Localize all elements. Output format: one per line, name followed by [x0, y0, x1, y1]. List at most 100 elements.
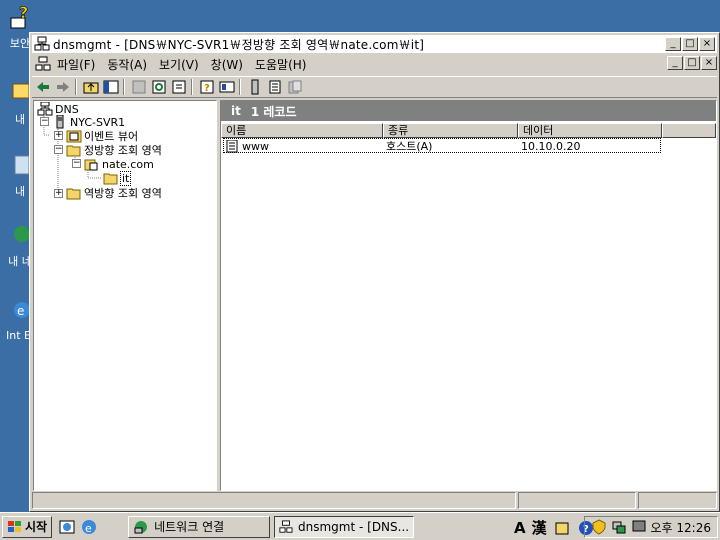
result-header: it 1 레코드: [221, 101, 716, 121]
toolbar-separator: [75, 79, 77, 95]
help-icon: ?: [200, 80, 214, 94]
status-pane-main: [32, 492, 516, 509]
up-level-button[interactable]: [82, 78, 100, 96]
host-record-icon: [226, 139, 238, 152]
menu-action[interactable]: 동작(A): [101, 56, 153, 73]
record-button[interactable]: [266, 78, 284, 96]
minimize-button[interactable]: _: [665, 37, 681, 51]
clock[interactable]: 오후 12:26: [651, 519, 711, 536]
mdi-child-icon[interactable]: [35, 56, 51, 72]
start-button[interactable]: 시작: [2, 515, 53, 538]
tree-node-forward-zones[interactable]: 정방향 조회 영역: [66, 143, 162, 157]
column-header-name[interactable]: 이름: [221, 123, 383, 138]
dnsmgmt-window: dnsmgmt - [DNS￦NYC-SVR1￦정방향 조회 영역￦nate.c…: [29, 32, 720, 512]
zone-icon: [84, 159, 98, 171]
tree-node-event-viewer[interactable]: 이벤트 뷰어: [66, 129, 138, 143]
export-list-button[interactable]: [170, 78, 188, 96]
column-header-filler: [662, 123, 716, 138]
taskbar-button-dnsmgmt[interactable]: dnsmgmt - [DNS...: [274, 515, 415, 538]
collapse-toggle-icon[interactable]: −: [40, 117, 49, 126]
close-button[interactable]: ×: [699, 37, 715, 51]
console-tree[interactable]: DNS − NYC-SVR1 + 이벤트 뷰어 − 정방향 조회 영역 − na…: [33, 100, 217, 491]
mdi-restore-button[interactable]: □: [684, 56, 700, 70]
network-tray-icon[interactable]: [611, 519, 627, 535]
windows-logo-icon: [8, 520, 21, 532]
status-pane-3: [638, 492, 717, 509]
tree-node-it[interactable]: it: [103, 170, 132, 186]
toolbar-separator: [191, 79, 193, 95]
minimize-icon: _: [670, 38, 676, 49]
network-connections-icon: [134, 520, 148, 533]
console-icon: [219, 81, 235, 93]
menu-help[interactable]: 도움말(H): [249, 56, 313, 73]
collapse-toggle-icon[interactable]: −: [54, 145, 63, 154]
tree-node-server[interactable]: NYC-SVR1: [52, 115, 125, 129]
restore-icon: □: [687, 57, 697, 68]
tree-toggle-icon: [103, 80, 119, 94]
ie-icon[interactable]: e: [80, 518, 98, 536]
toolbar: ?: [32, 76, 717, 98]
help-button[interactable]: ?: [198, 78, 216, 96]
expand-toggle-icon[interactable]: +: [54, 131, 63, 140]
expand-toggle-icon[interactable]: +: [54, 189, 63, 198]
refresh-button[interactable]: [150, 78, 168, 96]
tree-label: NYC-SVR1: [70, 115, 126, 129]
record-icon: [269, 80, 281, 94]
table-row[interactable]: www 호스트(A) 10.10.0.20: [221, 139, 658, 153]
menu-bar: 파일(F) 동작(A) 보기(V) 창(W) 도움말(H): [32, 54, 717, 74]
menu-view[interactable]: 보기(V): [153, 56, 205, 73]
taskbar-button-network[interactable]: 네트워크 연결: [128, 515, 271, 538]
result-header-name: it: [231, 104, 241, 118]
dns-app-icon: [34, 36, 50, 51]
display-tray-icon[interactable]: [631, 519, 647, 535]
tree-node-dns[interactable]: DNS: [37, 102, 79, 116]
event-viewer-icon: [66, 130, 82, 143]
show-hide-tree-button[interactable]: [102, 78, 120, 96]
arrow-left-icon: [37, 82, 49, 92]
tree-label: 정방향 조회 영역: [84, 144, 162, 157]
minimize-icon: _: [672, 57, 678, 68]
column-header-type[interactable]: 종류: [383, 123, 518, 138]
taskbar: 시작 e 네트워크 연결 dnsmgmt - [DNS... A 漢 ? 오후 …: [0, 512, 720, 540]
system-tray: 오후 12:26: [583, 516, 718, 538]
mdi-close-button[interactable]: ×: [701, 56, 717, 70]
zone-button[interactable]: [286, 78, 304, 96]
mdi-minimize-button[interactable]: _: [667, 56, 683, 70]
back-button[interactable]: [34, 78, 52, 96]
status-pane-2: [518, 492, 636, 509]
cell-type: 호스트(A): [386, 140, 433, 153]
server-icon: [56, 115, 64, 129]
dns-app-icon: [279, 519, 293, 533]
dns-icon: [37, 102, 53, 116]
column-header-data[interactable]: 데이터: [518, 123, 662, 138]
properties-button[interactable]: [130, 78, 148, 96]
caption-buttons: _ □ ×: [664, 37, 715, 51]
result-pane[interactable]: it 1 레코드 이름 종류 데이터 www 호스트(A) 10.10.0.20: [220, 100, 717, 491]
restore-button[interactable]: □: [682, 37, 698, 51]
column-headers: 이름 종류 데이터: [221, 123, 716, 138]
toolbar-separator: [239, 79, 241, 95]
ime-english-toggle[interactable]: A: [514, 519, 526, 537]
title-bar[interactable]: dnsmgmt - [DNS￦NYC-SVR1￦정방향 조회 영역￦nate.c…: [32, 35, 717, 53]
tree-label: DNS: [55, 102, 79, 116]
status-bar: [32, 492, 717, 509]
server-button[interactable]: [246, 78, 264, 96]
tree-node-reverse-zones[interactable]: 역방향 조회 영역: [66, 186, 162, 200]
forward-button[interactable]: [54, 78, 72, 96]
close-icon: ×: [702, 38, 712, 49]
security-shield-icon[interactable]: [591, 519, 607, 535]
window-title: dnsmgmt - [DNS￦NYC-SVR1￦정방향 조회 영역￦nate.c…: [53, 37, 425, 52]
ime-settings-icon[interactable]: [553, 519, 571, 537]
server-icon: [251, 79, 259, 95]
menu-window[interactable]: 창(W): [205, 56, 249, 73]
menu-file[interactable]: 파일(F): [51, 56, 101, 73]
ime-hanja-toggle[interactable]: 漢: [532, 517, 547, 538]
show-desktop-icon[interactable]: [58, 518, 76, 536]
arrow-right-icon: [57, 82, 69, 92]
tree-node-zone[interactable]: nate.com: [84, 157, 154, 171]
mdi-caption-buttons: _ □ ×: [666, 56, 717, 70]
console-tree-button[interactable]: [218, 78, 236, 96]
quick-launch: e: [58, 518, 98, 536]
collapse-toggle-icon[interactable]: −: [72, 159, 81, 168]
result-header-count: 1 레코드: [250, 104, 297, 119]
